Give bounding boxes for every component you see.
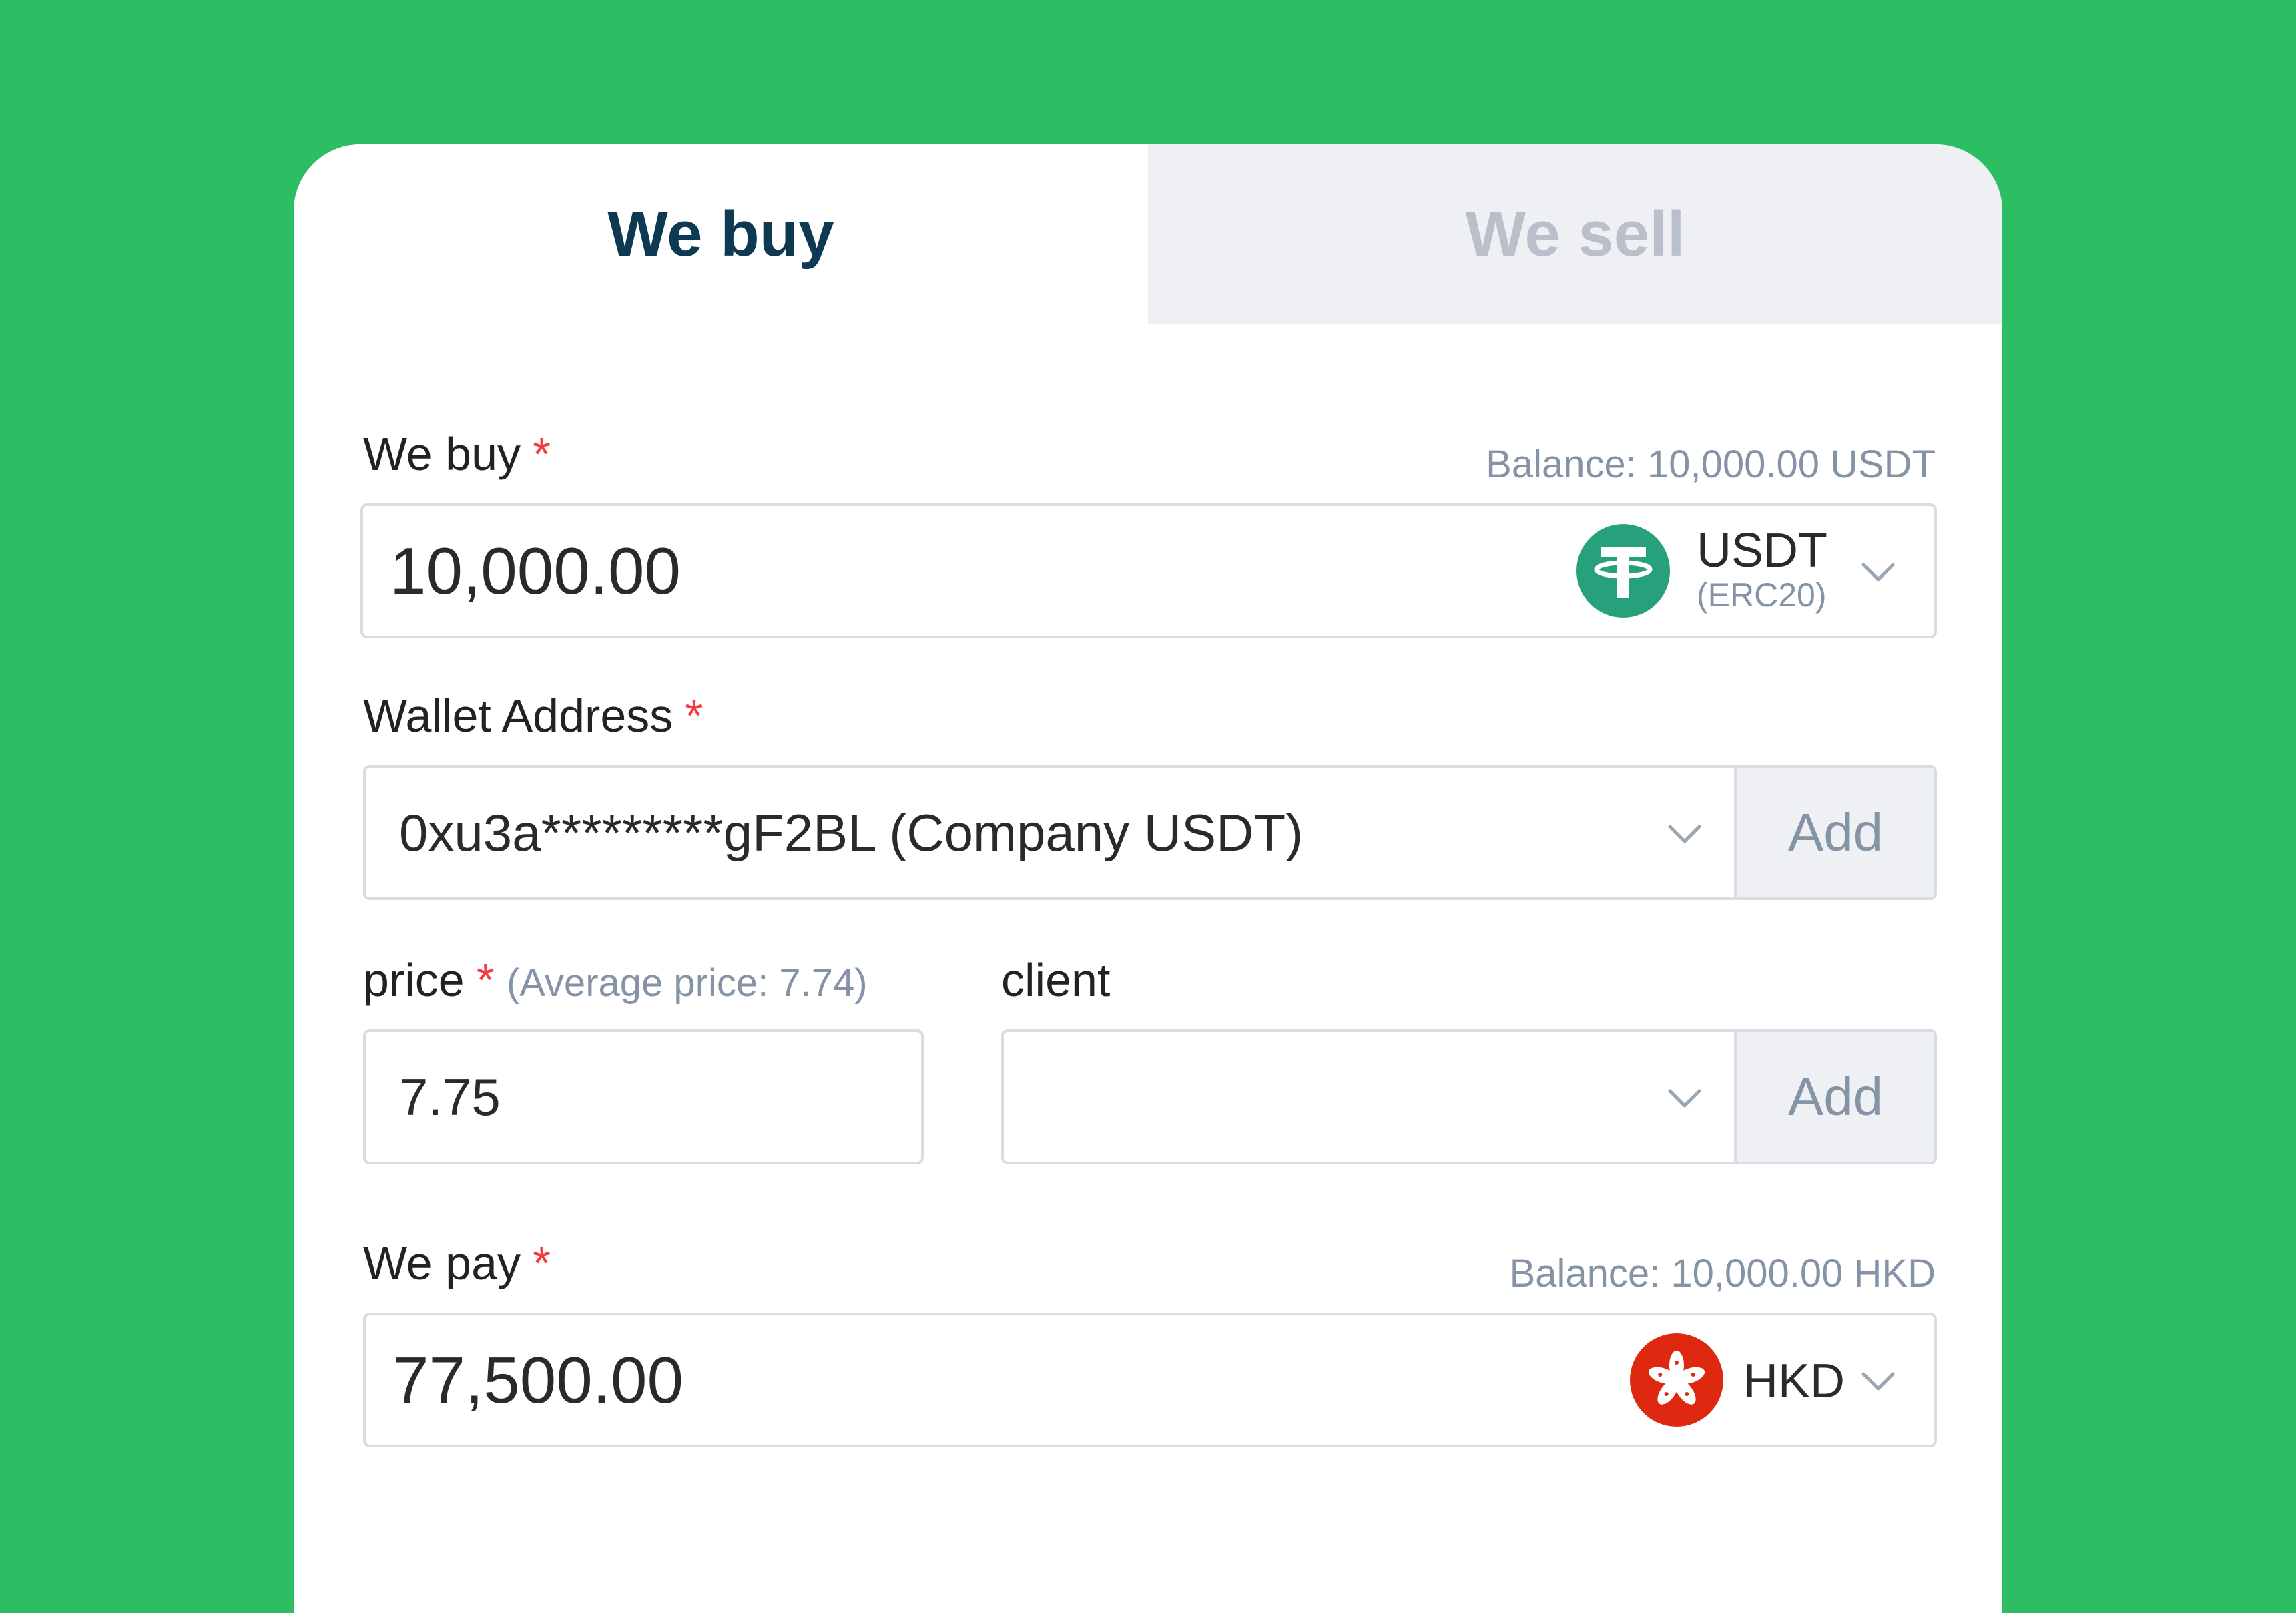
client-label: client xyxy=(1001,953,1110,1007)
chevron-down-icon[interactable] xyxy=(1665,813,1705,853)
price-label-text: price xyxy=(363,954,465,1006)
required-mark: * xyxy=(685,690,703,742)
we-pay-label: We pay * xyxy=(363,1236,551,1290)
buy-amount-input[interactable]: 10,000.00 xyxy=(390,506,681,636)
hkd-balance: Balance: 10,000.00 HKD xyxy=(1509,1252,1936,1295)
wallet-address-label: Wallet Address * xyxy=(363,689,703,742)
buy-currency-network: (ERC20) xyxy=(1697,576,1827,614)
pay-amount-field[interactable]: 77,500.00 HKD xyxy=(363,1313,1937,1447)
usdt-balance: Balance: 10,000.00 USDT xyxy=(1486,443,1936,486)
price-field[interactable]: 7.75 xyxy=(363,1029,924,1164)
hong-kong-flag-icon xyxy=(1630,1333,1723,1427)
required-mark: * xyxy=(476,954,495,1006)
client-select[interactable]: Add xyxy=(1001,1029,1937,1164)
pay-amount-input[interactable]: 77,500.00 xyxy=(392,1315,683,1445)
wallet-address-label-text: Wallet Address xyxy=(363,690,673,742)
tab-we-buy[interactable]: We buy xyxy=(294,144,1148,324)
buy-currency-name[interactable]: USDT xyxy=(1697,523,1827,578)
tab-we-sell[interactable]: We sell xyxy=(1148,144,2002,324)
average-price-hint: (Average price: 7.74) xyxy=(506,961,868,1005)
chevron-down-icon[interactable] xyxy=(1665,1078,1705,1118)
required-mark: * xyxy=(533,428,551,480)
we-pay-label-text: We pay xyxy=(363,1237,521,1289)
client-label-text: client xyxy=(1001,954,1111,1006)
chevron-down-icon[interactable] xyxy=(1858,1361,1898,1401)
wallet-address-value[interactable]: 0xu3a*********gF2BL (Company USDT) xyxy=(399,768,1303,897)
buy-amount-field[interactable]: 10,000.00 USDT (ERC20) xyxy=(360,503,1937,638)
we-buy-label-text: We buy xyxy=(363,428,521,480)
add-client-button[interactable]: Add xyxy=(1734,1032,1934,1162)
chevron-down-icon[interactable] xyxy=(1858,551,1898,592)
tab-bar: We buy We sell xyxy=(294,144,2002,324)
required-mark: * xyxy=(533,1237,551,1289)
we-buy-label: We buy * xyxy=(363,427,551,481)
add-wallet-button[interactable]: Add xyxy=(1734,768,1934,897)
pay-currency-name[interactable]: HKD xyxy=(1743,1354,1845,1409)
tether-icon xyxy=(1576,524,1670,618)
price-input[interactable]: 7.75 xyxy=(399,1032,501,1162)
price-label: price * (Average price: 7.74) xyxy=(363,953,868,1007)
wallet-address-select[interactable]: 0xu3a*********gF2BL (Company USDT) Add xyxy=(363,765,1937,900)
exchange-card: We buy We sell We buy * Balance: 10,000.0… xyxy=(294,144,2002,1613)
